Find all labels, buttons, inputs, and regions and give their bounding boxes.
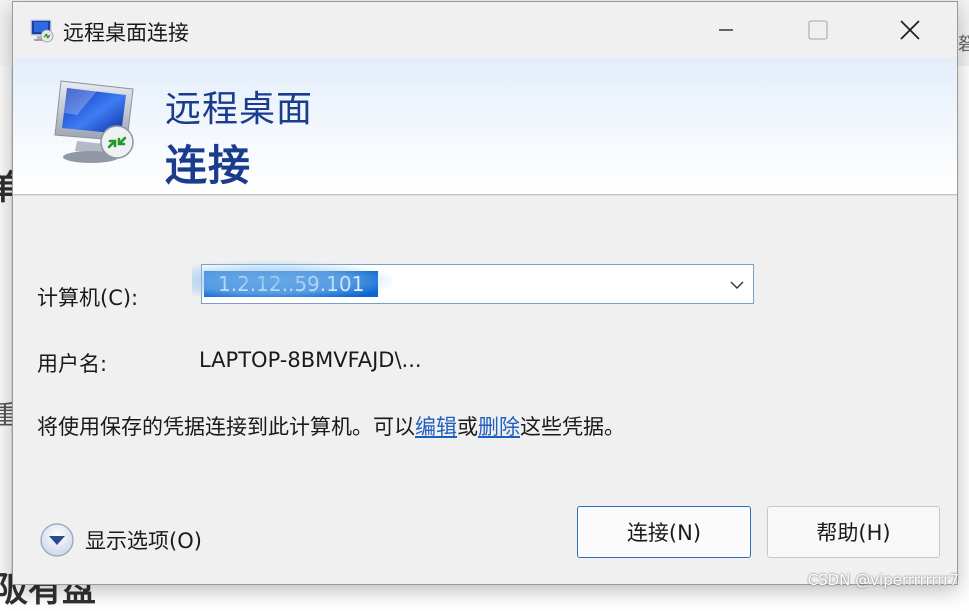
connect-button[interactable]: 连接(N) <box>577 506 751 558</box>
delete-credentials-link[interactable]: 删除 <box>478 415 520 439</box>
computer-label: 计算机(C): <box>37 282 138 312</box>
rdp-monitor-icon <box>47 75 147 175</box>
window-title: 远程桌面连接 <box>63 17 189 47</box>
banner-title-line2: 连接 <box>165 132 251 193</box>
background-fragment-top-right: 砮 <box>958 30 969 56</box>
rdp-app-icon <box>28 17 56 45</box>
close-icon <box>900 20 920 40</box>
credentials-info-prefix: 将使用保存的凭据连接到此计算机。可以 <box>37 415 415 439</box>
close-button[interactable] <box>864 2 956 58</box>
credentials-info: 将使用保存的凭据连接到此计算机。可以编辑或删除这些凭据。 <box>37 411 625 441</box>
credentials-info-suffix: 这些凭据。 <box>520 415 625 439</box>
computer-combobox[interactable]: 1.2.12..59.101 <box>201 264 754 304</box>
minimize-button[interactable] <box>680 2 772 58</box>
banner-divider <box>13 195 957 196</box>
edit-credentials-link[interactable]: 编辑 <box>415 415 457 439</box>
username-value: LAPTOP-8BMVFAJD\... <box>199 348 422 372</box>
banner-title-line1: 远程桌面 <box>165 80 313 132</box>
show-options-label: 显示选项(O) <box>85 525 202 555</box>
watermark: CSDN @viperrrrrrrr7 <box>808 571 959 589</box>
maximize-button[interactable] <box>772 2 864 58</box>
credentials-info-middle: 或 <box>457 415 478 439</box>
help-button[interactable]: 帮助(H) <box>767 506 940 558</box>
chevron-down-icon[interactable] <box>729 277 745 293</box>
maximize-icon <box>808 20 828 40</box>
title-bar[interactable]: 远程桌面连接 <box>13 2 957 58</box>
minimize-icon <box>719 23 733 37</box>
show-options-toggle[interactable]: 显示选项(O) <box>39 522 202 558</box>
computer-input-selected-text[interactable]: 1.2.12..59.101 <box>204 271 378 297</box>
username-label: 用户名: <box>37 348 107 378</box>
remote-desktop-dialog: 远程桌面连接 <box>12 1 958 585</box>
header-banner: 远程桌面 连接 <box>13 58 957 195</box>
expand-options-icon[interactable] <box>39 522 75 558</box>
